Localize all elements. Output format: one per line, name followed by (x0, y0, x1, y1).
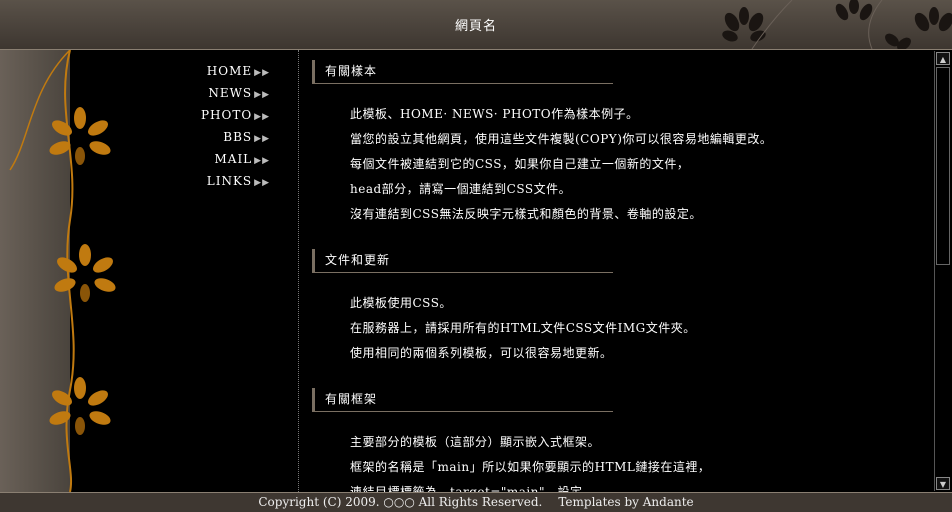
template-credit: Templates by Andante (558, 495, 694, 509)
nav-label-bbs: BBS (223, 130, 253, 144)
paragraph-line: 沒有連結到CSS無法反映字元樣式和顏色的背景、卷軸的設定。 (350, 207, 702, 221)
header-bar: 網頁名 (0, 0, 952, 50)
dotted-divider (298, 50, 299, 492)
section-body-about: 此模板、HOME· NEWS· PHOTO作為樣本例子。 當您的設立其他網頁，使… (350, 104, 932, 229)
section-title-about: 有關樣本 (312, 60, 613, 84)
nav-item-bbs[interactable]: BBS ▶▶ (150, 128, 270, 150)
paragraph-line: 此模板、HOME· NEWS· PHOTO作為樣本例子。 (350, 107, 639, 121)
vertical-scrollbar[interactable]: ▲ ▼ (934, 51, 951, 491)
main-frame[interactable]: 有關樣本 此模板、HOME· NEWS· PHOTO作為樣本例子。 當您的設立其… (312, 50, 932, 492)
nav-item-home[interactable]: HOME ▶▶ (150, 62, 270, 84)
double-arrow-icon: ▶▶ (254, 90, 270, 100)
paragraph-line: 此模板使用CSS。 (350, 296, 452, 310)
nav-label-links: LINKS (206, 174, 253, 188)
scroll-down-icon[interactable]: ▼ (936, 477, 950, 490)
footer-bar: Copyright (C) 2009. ○○○ All Rights Reser… (0, 492, 952, 512)
copyright-text: Copyright (C) 2009. ○○○ All Rights Reser… (258, 495, 543, 509)
main-nav: HOME ▶▶ NEWS ▶▶ PHOTO ▶▶ BBS ▶▶ MAIL ▶▶ LINKS… (150, 62, 270, 194)
section-body-frames: 主要部分的模板（這部分）顯示嵌入式框架。 框架的名稱是「main」所以如果你要顯… (350, 432, 932, 492)
double-arrow-icon: ▶▶ (254, 156, 270, 166)
nav-label-photo: PHOTO (200, 108, 253, 122)
nav-label-news: NEWS (208, 86, 253, 100)
section-title-frames: 有關框架 (312, 388, 613, 412)
paragraph-line: 在服務器上，請採用所有的HTML文件CSS文件IMG文件夾。 (350, 321, 696, 335)
section-body-files: 此模板使用CSS。 在服務器上，請採用所有的HTML文件CSS文件IMG文件夾。… (350, 293, 932, 368)
nav-label-home: HOME (206, 64, 253, 78)
nav-item-mail[interactable]: MAIL ▶▶ (150, 150, 270, 172)
paragraph-line: 框架的名稱是「main」所以如果你要顯示的HTML鏈接在這裡， (350, 460, 711, 474)
double-arrow-icon: ▶▶ (254, 68, 270, 78)
paragraph-line: 每個文件被連結到它的CSS，如果你自己建立一個新的文件， (350, 157, 690, 171)
flower-decoration-icon (722, 0, 952, 49)
paragraph-line: 使用相同的兩個系列模板，可以很容易地更新。 (350, 346, 613, 360)
double-arrow-icon: ▶▶ (254, 178, 270, 188)
nav-item-photo[interactable]: PHOTO ▶▶ (150, 106, 270, 128)
paragraph-line: 連結目標標籤為 target="main" 設定。 (350, 485, 596, 492)
double-arrow-icon: ▶▶ (254, 112, 270, 122)
nav-item-news[interactable]: NEWS ▶▶ (150, 84, 270, 106)
orange-flower-vine-icon (9, 50, 116, 492)
paragraph-line: head部分，請寫一個連結到CSS文件。 (350, 182, 572, 196)
scroll-thumb[interactable] (936, 67, 950, 265)
section-title-files: 文件和更新 (312, 249, 613, 273)
paragraph-line: 當您的設立其他網頁，使用這些文件複製(COPY)你可以很容易地編輯更改。 (350, 132, 773, 146)
double-arrow-icon: ▶▶ (254, 134, 270, 144)
paragraph-line: 主要部分的模板（這部分）顯示嵌入式框架。 (350, 435, 601, 449)
nav-label-mail: MAIL (214, 152, 253, 166)
nav-item-links[interactable]: LINKS ▶▶ (150, 172, 270, 194)
scroll-up-icon[interactable]: ▲ (936, 52, 950, 65)
